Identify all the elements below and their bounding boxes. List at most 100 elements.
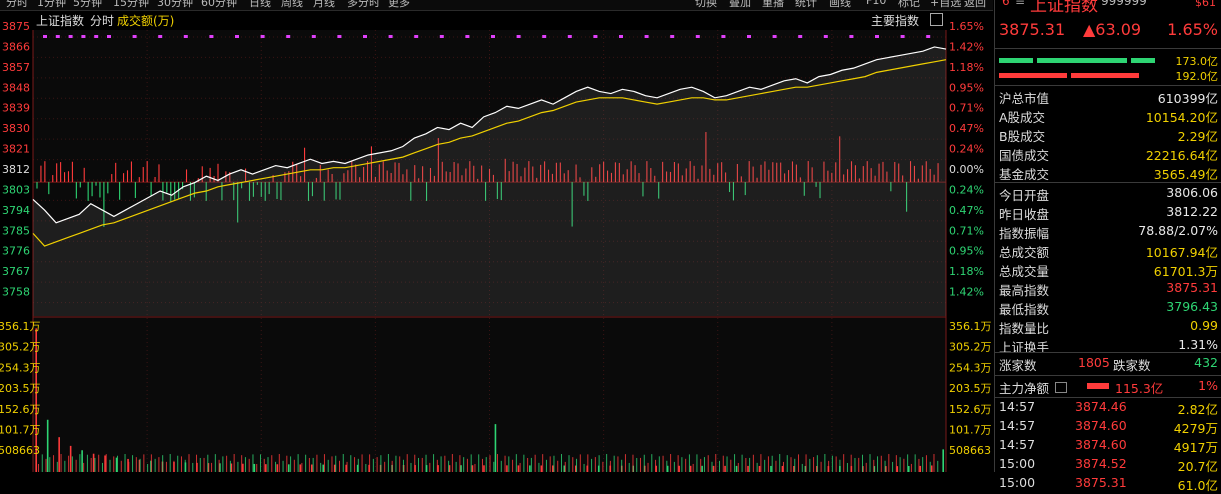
volume-bar [850, 454, 852, 472]
signal-marker [900, 35, 905, 38]
volume-axis-label: 203.5万 [0, 382, 41, 395]
volume-bar [278, 454, 280, 472]
mainflow-row: 主力净额 115.3亿 1% [995, 377, 1221, 396]
stat-row: 基金成交 3565.49亿 [995, 163, 1221, 182]
volume-bar [448, 460, 450, 472]
volume-bar [681, 457, 683, 472]
volume-bar [930, 465, 933, 472]
volume-bar [846, 462, 848, 472]
panel-toggle-icon[interactable] [930, 13, 943, 26]
stat-label: 昨日收盘 [999, 207, 1050, 222]
volume-bar [483, 465, 485, 472]
volume-bar [297, 454, 299, 472]
volume-bar [790, 457, 792, 472]
divider [995, 182, 1221, 183]
volume-bar [752, 454, 754, 472]
tick-time: 14:57 [999, 399, 1036, 414]
volume-bar [275, 461, 277, 472]
tick-volume: 2.82亿 [1177, 402, 1218, 417]
toolbar-action[interactable]: 叠加 [729, 0, 751, 10]
volume-bar [530, 457, 532, 472]
period-tab[interactable]: 多分时 [347, 0, 380, 10]
volume-bar [517, 465, 520, 472]
toolbar-action[interactable]: F10 [866, 0, 886, 7]
stat-row: 国债成交 22216.64亿 [995, 144, 1221, 163]
tick-row: 15:00 3874.52 20.7亿 [995, 455, 1221, 474]
volume-bar [331, 456, 333, 472]
toolbar-action[interactable]: +自选 [930, 0, 961, 10]
tick-volume: 61.0亿 [1177, 478, 1218, 493]
volume-bar [722, 455, 724, 472]
stat-row: B股成交 2.29亿 [995, 125, 1221, 144]
volume-bar [169, 454, 171, 472]
toolbar-action[interactable]: 统计 [795, 0, 817, 10]
signal-marker [260, 35, 265, 38]
period-tab[interactable]: 月线 [313, 0, 335, 10]
volume-bar [387, 454, 389, 472]
volume-bar [658, 456, 660, 472]
volume-bar [83, 462, 85, 472]
tick-volume: 4279万 [1173, 421, 1218, 436]
volume-bar [910, 463, 912, 472]
volume-bar [460, 465, 462, 472]
signal-marker [414, 35, 419, 38]
volume-bar [481, 458, 483, 472]
period-tab[interactable]: 更多 [388, 0, 410, 10]
period-tab[interactable]: 5分钟 [73, 0, 102, 10]
volume-bar [342, 454, 344, 472]
volume-bar [440, 456, 442, 472]
price-axis-label: 3803 [2, 183, 30, 196]
volume-bar [451, 454, 453, 472]
volume-bar [820, 461, 822, 472]
signal-marker [439, 35, 444, 38]
signal-marker [68, 35, 73, 38]
stat-label: 指数振幅 [999, 226, 1050, 241]
period-tab[interactable]: 日线 [249, 0, 271, 10]
toolbar-action[interactable]: 切换 [695, 0, 717, 10]
volume-bar [410, 462, 412, 472]
signal-marker [94, 35, 99, 38]
menu-icon[interactable]: ≡ [1015, 0, 1025, 8]
signal-marker [695, 35, 700, 38]
volume-bar [229, 460, 231, 472]
period-tab[interactable]: 分时 [6, 0, 28, 10]
signal-marker [670, 35, 675, 38]
volume-bar [824, 454, 826, 472]
price-axis-label: 3857 [2, 61, 30, 74]
volume-bar [760, 454, 762, 472]
period-tab[interactable]: 周线 [281, 0, 303, 10]
toolbar-action[interactable]: 重播 [762, 0, 784, 10]
period-tab[interactable]: 30分钟 [157, 0, 193, 10]
volume-bar [506, 465, 508, 472]
volume-bar [372, 458, 374, 472]
toolbar-action[interactable]: 返回 [964, 0, 986, 10]
volume-bar [478, 454, 480, 472]
signal-marker [81, 35, 86, 38]
stat-row: 总成交额 10167.94亿 [995, 241, 1221, 260]
volume-bar [711, 461, 713, 472]
toolbar-action[interactable]: 标记 [898, 0, 920, 10]
volume-bar [241, 455, 243, 472]
period-tab[interactable]: 1分钟 [37, 0, 66, 10]
toolbar-action[interactable]: 画线 [829, 0, 851, 10]
volume-bar [406, 454, 408, 472]
stat-value: 78.88/2.07% [1138, 223, 1218, 238]
period-tab[interactable]: 60分钟 [201, 0, 237, 10]
detail-icon[interactable] [1055, 382, 1067, 393]
period-tab[interactable]: 15分钟 [113, 0, 149, 10]
volume-bar [598, 455, 600, 472]
volume-bar [90, 457, 92, 472]
tick-price: 3874.46 [1075, 399, 1127, 414]
volume-bar [293, 459, 295, 472]
volume-bar [92, 453, 95, 472]
main-index-button[interactable]: 主要指数 [871, 12, 919, 29]
volume-axis-label: 508663 [949, 444, 991, 457]
signal-marker [158, 35, 163, 38]
quote-tag: $61 [1195, 0, 1216, 9]
stat-value: 3796.43 [1166, 299, 1218, 314]
stat-label: 总成交额 [999, 245, 1050, 260]
volume-bar [455, 461, 457, 472]
intraday-chart[interactable]: 3875 3866 3857 3848 3839 3830 3821 3812 3803 3794… [0, 10, 993, 472]
signal-marker [55, 35, 60, 38]
volume-bar [764, 459, 766, 472]
